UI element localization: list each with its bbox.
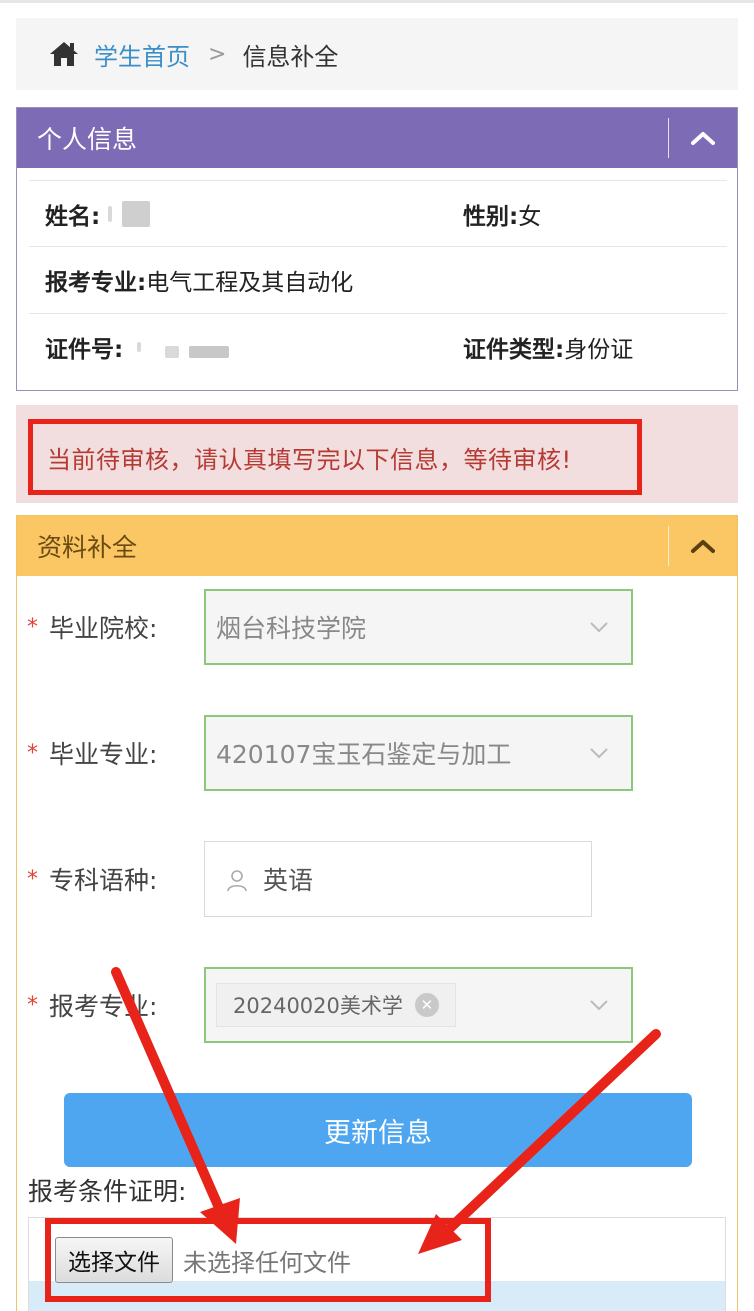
breadcrumb-current: 信息补全 [242,42,339,71]
supplement-collapse-button[interactable] [669,516,737,576]
breadcrumb-home-link[interactable]: 学生首页 [94,37,190,72]
supplement-panel: 资料补全 * 毕业院校: 烟台科技学院 * 毕业专业: 420107宝玉石鉴定与… [16,515,738,1311]
apply-major-label: 报考专业: [49,992,158,1021]
chevron-down-icon [590,748,608,759]
grad-major-label: 毕业专业: [49,740,158,769]
form-row-language: * 专科语种: 英语 [17,841,737,917]
major-label: 报考专业: [45,269,147,296]
name-label: 姓名: [45,203,101,230]
id-type-label: 证件类型: [463,336,565,363]
language-input-value: 英语 [263,866,314,895]
redacted-id [189,345,230,358]
personal-info-collapse-button[interactable] [669,108,737,168]
chevron-down-icon [590,622,608,633]
form-row-apply-major: * 报考专业: 20240020美术学 ✕ [17,967,737,1043]
apply-major-tag: 20240020美术学 ✕ [216,983,456,1027]
file-status-text: 未选择任何文件 [183,1248,351,1277]
supplement-title: 资料补全 [37,533,138,562]
pending-review-alert: 当前待审核，请认真填写完以下信息，等待审核! [16,405,738,503]
personal-info-panel: 个人信息 姓名: 性别: 女 报考专业: 电气工程及其自动化 证件号: 证件类型… [16,107,738,391]
id-label: 证件号: [45,336,124,363]
required-mark: * [27,866,38,892]
school-select-value: 烟台科技学院 [216,614,367,643]
condition-proof-label: 报考条件证明: [28,1177,187,1206]
update-info-button[interactable]: 更新信息 [64,1093,692,1167]
id-type-value: 身份证 [564,336,634,363]
top-divider [0,0,754,3]
home-icon[interactable] [48,40,80,68]
personal-info-title: 个人信息 [37,125,138,154]
language-input[interactable]: 英语 [204,841,592,917]
file-upload-area: 选择文件 未选择任何文件 [28,1217,726,1311]
remove-tag-icon[interactable]: ✕ [414,993,439,1017]
redacted-id [165,345,180,358]
language-label: 专科语种: [49,866,158,895]
choose-file-button[interactable]: 选择文件 [55,1237,173,1283]
file-annotation-box: 选择文件 未选择任何文件 [45,1218,491,1302]
required-mark: * [27,740,38,766]
apply-major-select[interactable]: 20240020美术学 ✕ [204,967,633,1043]
user-icon [227,870,247,892]
apply-major-tag-label: 20240020美术学 [233,994,403,1018]
required-mark: * [27,614,38,640]
alert-annotation-box: 当前待审核，请认真填写完以下信息，等待审核! [28,419,642,495]
required-mark: * [27,992,38,1018]
breadcrumb-separator: > [208,41,227,67]
form-row-grad-major: * 毕业专业: 420107宝玉石鉴定与加工 [17,715,737,791]
supplement-header: 资料补全 [17,516,737,576]
gender-value: 女 [518,203,542,230]
redacted-id [137,341,142,352]
alert-message: 当前待审核，请认真填写完以下信息，等待审核! [47,445,572,474]
chevron-down-icon [590,1000,608,1011]
breadcrumb: 学生首页 > 信息补全 [16,18,738,90]
redacted-name [108,205,113,222]
school-label: 毕业院校: [49,614,158,643]
grad-major-select[interactable]: 420107宝玉石鉴定与加工 [204,715,633,791]
redacted-name [122,200,151,227]
personal-info-header: 个人信息 [17,108,737,168]
form-row-school: * 毕业院校: 烟台科技学院 [17,589,737,665]
school-select[interactable]: 烟台科技学院 [204,589,633,665]
grad-major-select-value: 420107宝玉石鉴定与加工 [216,740,512,769]
chevron-up-icon [691,540,715,553]
info-row-major: 报考专业: 电气工程及其自动化 [29,246,727,312]
chevron-up-icon [691,132,715,145]
gender-label: 性别: [463,203,519,230]
info-row-name: 姓名: 性别: 女 [29,180,727,246]
info-row-id: 证件号: 证件类型: 身份证 [29,313,727,379]
major-value: 电气工程及其自动化 [146,269,354,296]
